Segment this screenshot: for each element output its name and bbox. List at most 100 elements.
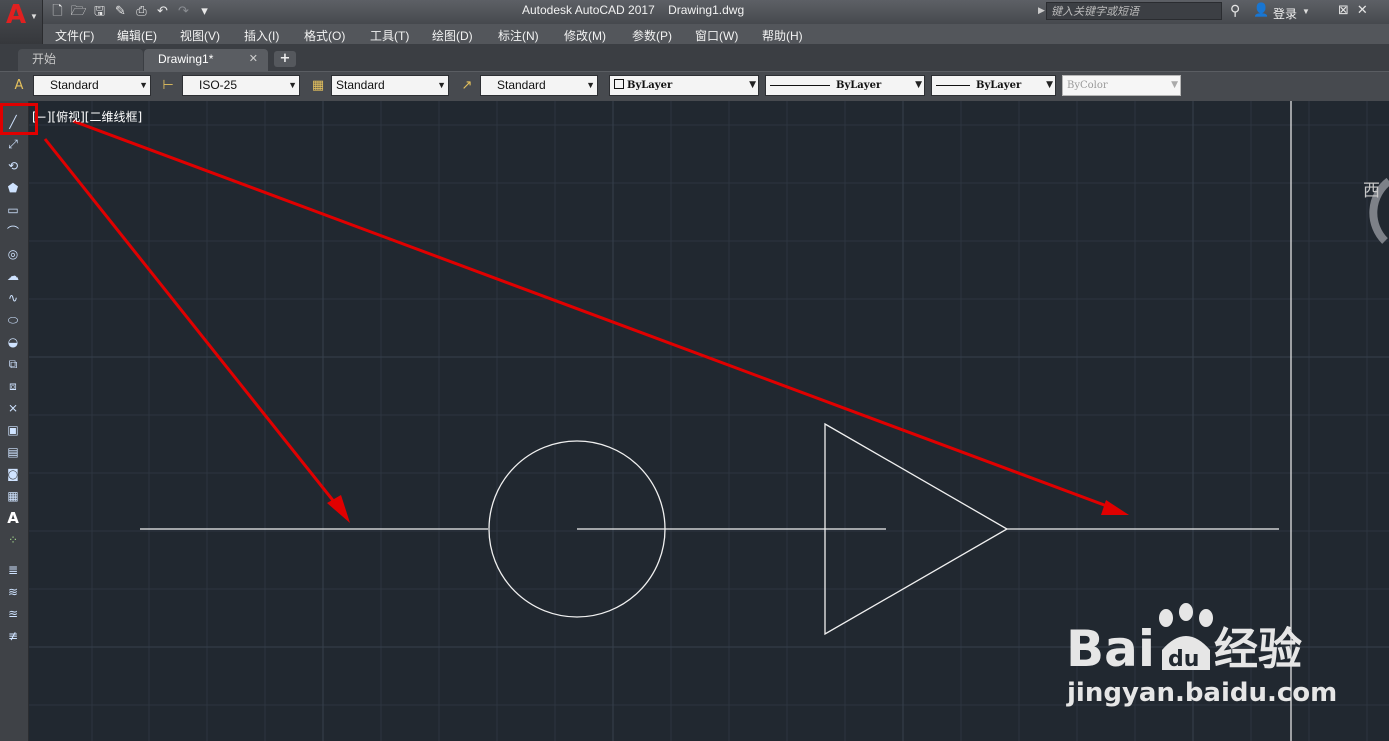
undo-icon[interactable]: ↶ — [153, 3, 172, 21]
make-block-icon[interactable]: ⧈ — [4, 377, 22, 395]
customize-qat-icon[interactable]: ▾ — [195, 3, 214, 21]
watermark-du: du — [1168, 647, 1199, 672]
ellipse-arc-icon[interactable]: ◒ — [4, 333, 22, 351]
watermark-bai: Bai — [1066, 620, 1155, 678]
rectangle-icon[interactable]: ▭ — [4, 201, 22, 219]
region-icon[interactable]: ◙ — [4, 465, 22, 483]
layer-isolate-icon[interactable]: ≢ — [4, 627, 22, 645]
menu-insert[interactable]: 插入(I) — [244, 27, 279, 44]
ellipse-icon[interactable]: ⬭ — [4, 311, 22, 329]
tab-start[interactable]: 开始 — [18, 49, 143, 71]
lineweight-select[interactable]: ByLayer ▼ — [931, 75, 1056, 96]
tab-drawing1[interactable]: Drawing1* ✕ — [144, 49, 268, 71]
dim-style-value: ISO-25 — [199, 78, 238, 92]
search-input[interactable]: 键入关键字或短语 — [1046, 2, 1222, 20]
chevron-down-icon: ▼ — [1171, 80, 1178, 90]
polygon-icon[interactable]: ⬟ — [4, 179, 22, 197]
dim-style-icon[interactable]: ⊢ — [159, 77, 177, 95]
viewport-controls-label[interactable]: [−][俯视][二维线框] — [32, 108, 142, 125]
lineweight-preview — [936, 85, 970, 86]
text-style-icon[interactable]: A — [10, 77, 28, 95]
line-tool-highlight — [0, 103, 38, 135]
chevron-down-icon: ▼ — [288, 80, 297, 90]
chevron-down-icon: ▼ — [915, 80, 922, 90]
new-tab-button[interactable]: + — [274, 51, 296, 67]
autocad-logo-icon: A — [6, 0, 27, 30]
table-style-value: Standard — [336, 78, 385, 92]
gradient-icon[interactable]: ▤ — [4, 443, 22, 461]
revision-cloud-icon[interactable]: ☁ — [4, 267, 22, 285]
menu-parametric[interactable]: 参数(P) — [632, 27, 672, 44]
table-icon[interactable]: ▦ — [4, 487, 22, 505]
polyline-icon[interactable]: ⟲ — [4, 157, 22, 175]
viewcube-west-label[interactable]: 西 — [1363, 176, 1380, 201]
point-icon[interactable]: ⨯ — [4, 399, 22, 417]
tab-label: Drawing1* — [158, 52, 214, 66]
red-arrow-line — [72, 119, 1116, 511]
menu-modify[interactable]: 修改(M) — [564, 27, 606, 44]
open-file-icon[interactable]: 🗁 — [69, 3, 88, 21]
application-menu-button[interactable]: A ▼ — [0, 0, 43, 44]
multileader-style-value: Standard — [497, 78, 546, 92]
text-style-select[interactable]: Standard ▼ — [33, 75, 151, 96]
login-button[interactable]: 登录 — [1273, 5, 1297, 22]
linetype-select[interactable]: ByLayer ▼ — [765, 75, 925, 96]
lineweight-value: ByLayer — [976, 80, 1022, 91]
multileader-style-icon[interactable]: ↗ — [458, 77, 476, 95]
red-arrow-line — [43, 138, 345, 514]
table-style-icon[interactable]: ▦ — [309, 77, 327, 95]
chevron-down-icon: ▼ — [749, 80, 756, 90]
chevron-down-icon: ▼ — [437, 80, 446, 90]
help-icons[interactable]: ⊠✕ — [1338, 3, 1376, 18]
new-file-icon[interactable]: 🗋 — [48, 3, 67, 21]
save-icon[interactable]: 🖫 — [90, 3, 109, 21]
linetype-value: ByLayer — [836, 80, 882, 91]
save-as-icon[interactable]: ✎ — [111, 3, 130, 21]
binoculars-search-icon[interactable]: ⚲ — [1230, 3, 1240, 19]
arc-icon[interactable]: ⌒ — [4, 223, 22, 241]
chevron-down-icon[interactable]: ▼ — [1302, 7, 1310, 16]
linetype-preview — [770, 85, 830, 86]
insert-block-icon[interactable]: ⧉ — [4, 355, 22, 373]
circle-icon[interactable]: ◎ — [4, 245, 22, 263]
redo-icon[interactable]: ↷ — [174, 3, 193, 21]
watermark-cn: 经验 — [1214, 624, 1302, 675]
user-icon[interactable]: 👤 — [1253, 3, 1269, 18]
color-value: ByLayer — [627, 80, 673, 91]
menu-tools[interactable]: 工具(T) — [370, 27, 409, 44]
menu-window[interactable]: 窗口(W) — [695, 27, 738, 44]
color-swatch-icon — [614, 79, 624, 89]
layer-properties-icon[interactable]: ≣ — [4, 561, 22, 579]
layer-previous-icon[interactable]: ≊ — [4, 605, 22, 623]
quick-access-toolbar: 🗋 🗁 🖫 ✎ ⎙ ↶ ↷ ▾ — [48, 3, 214, 21]
color-select[interactable]: ByLayer ▼ — [609, 75, 759, 96]
menu-edit[interactable]: 编辑(E) — [117, 27, 157, 44]
plot-style-value: ByColor — [1067, 80, 1108, 91]
draw-toolbar: ╱ ⤢ ⟲ ⬟ ▭ ⌒ ◎ ☁ ∿ ⬭ ◒ ⧉ ⧈ ⨯ ▣ ▤ ◙ ▦ A ⁘ … — [0, 101, 29, 741]
multileader-style-select[interactable]: Standard ▼ — [480, 75, 598, 96]
menu-dimension[interactable]: 标注(N) — [498, 27, 539, 44]
chevron-down-icon: ▼ — [1046, 80, 1053, 90]
menu-draw[interactable]: 绘图(D) — [432, 27, 473, 44]
menu-view[interactable]: 视图(V) — [180, 27, 220, 44]
construction-line-icon[interactable]: ⤢ — [4, 135, 22, 153]
menu-help[interactable]: 帮助(H) — [762, 27, 803, 44]
spline-icon[interactable]: ∿ — [4, 289, 22, 307]
close-icon[interactable]: ✕ — [249, 49, 258, 70]
table-style-select[interactable]: Standard ▼ — [331, 75, 449, 96]
print-icon[interactable]: ⎙ — [132, 3, 151, 21]
baidu-jingyan-watermark: Bai du 经验 — [1066, 603, 1302, 678]
multiline-text-icon[interactable]: A — [4, 509, 22, 527]
red-arrowhead — [1101, 500, 1129, 515]
layer-states-icon[interactable]: ≋ — [4, 583, 22, 601]
text-style-value: Standard — [50, 78, 99, 92]
search-expand-icon[interactable]: ▶ — [1038, 5, 1045, 16]
add-selected-icon[interactable]: ⁘ — [4, 531, 22, 549]
menu-file[interactable]: 文件(F) — [55, 27, 94, 44]
tab-label: 开始 — [32, 52, 57, 66]
menu-bar: 文件(F) 编辑(E) 视图(V) 插入(I) 格式(O) 工具(T) 绘图(D… — [42, 24, 1389, 44]
hatch-icon[interactable]: ▣ — [4, 421, 22, 439]
menu-format[interactable]: 格式(O) — [304, 27, 345, 44]
dim-style-select[interactable]: ISO-25 ▼ — [182, 75, 300, 96]
chevron-down-icon: ▼ — [139, 80, 148, 90]
